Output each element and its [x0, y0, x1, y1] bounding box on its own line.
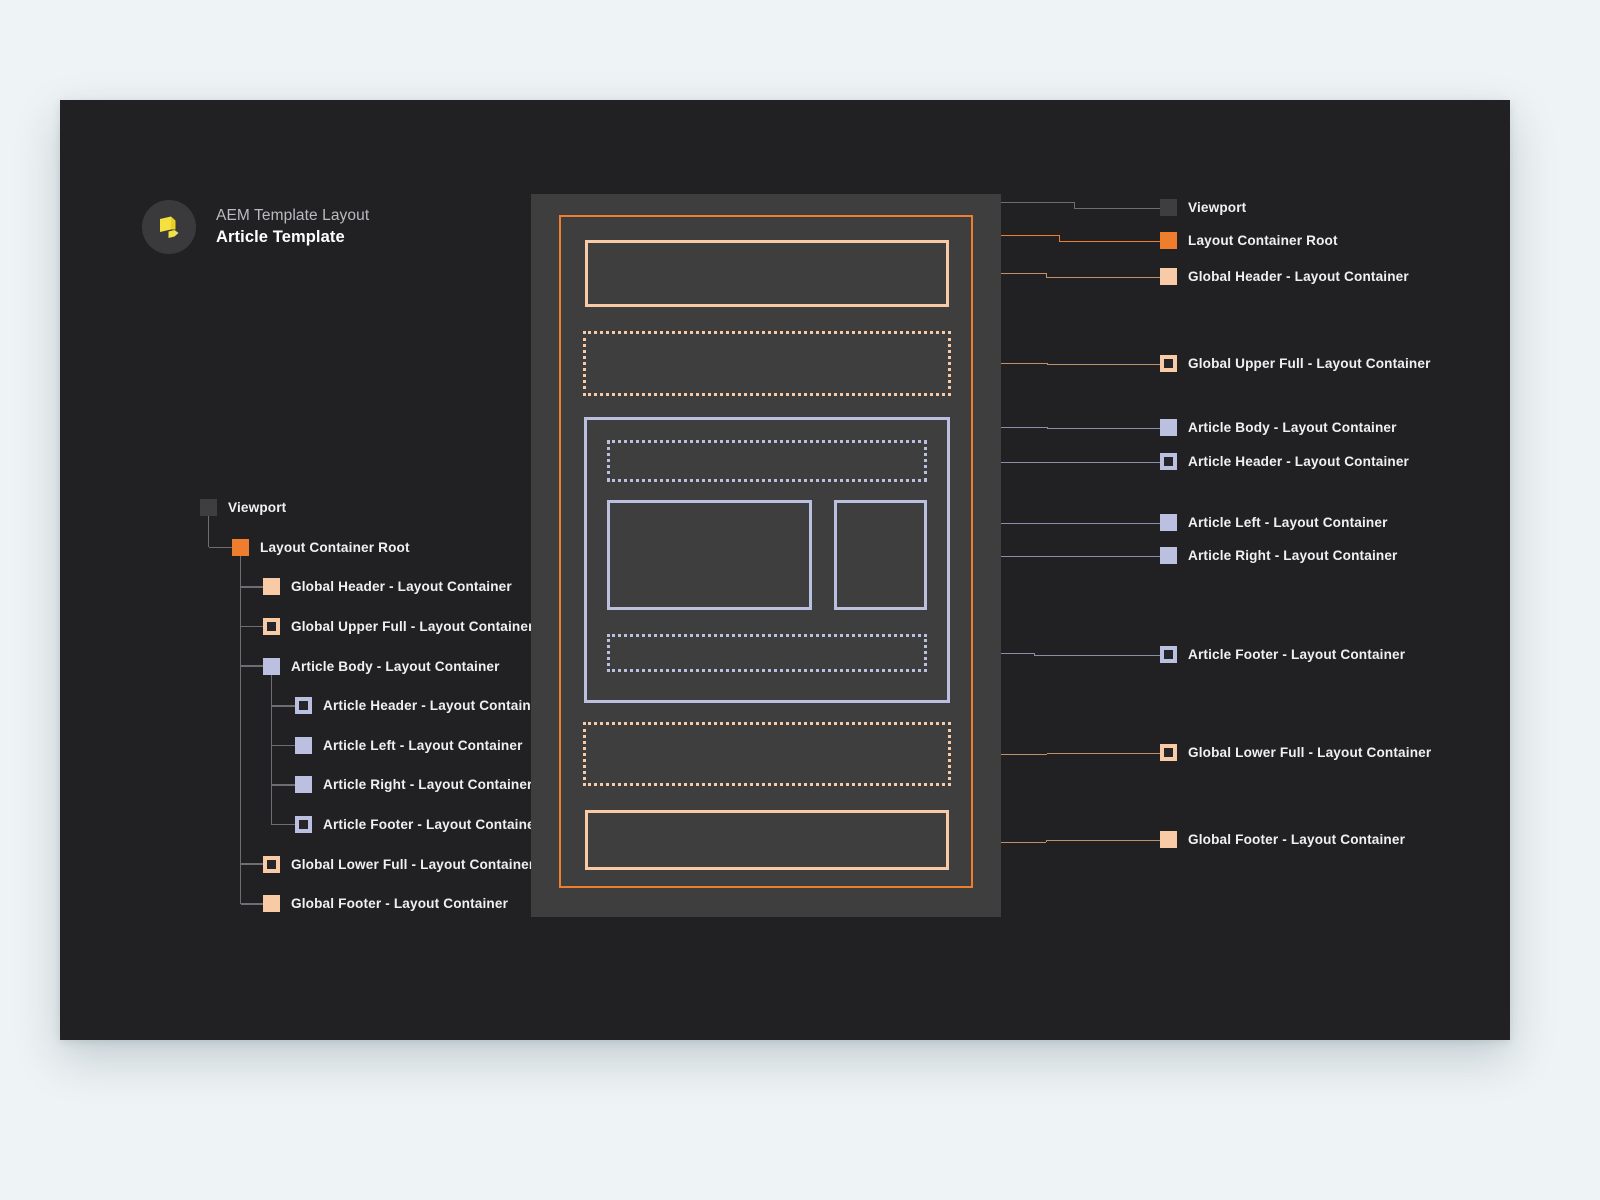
- tree-node-label: Global Header - Layout Container: [291, 579, 512, 595]
- legend-label: Global Header - Layout Container: [1188, 269, 1409, 284]
- tree-node-label: Article Header - Layout Container: [323, 698, 544, 714]
- tree-node-label: Article Right - Layout Container: [323, 777, 533, 793]
- legend-swatch: [1160, 232, 1177, 249]
- legend-swatch: [1160, 831, 1177, 848]
- tree-swatch: [295, 776, 312, 794]
- tree-node-global-header[interactable]: Global Header - Layout Container: [142, 567, 572, 607]
- tree-node-article-body[interactable]: Article Body - Layout Container: [142, 646, 572, 686]
- legend-label: Article Body - Layout Container: [1188, 420, 1397, 435]
- tree-node-article-left[interactable]: Article Left - Layout Container: [142, 726, 572, 766]
- tree-swatch: [295, 816, 312, 833]
- tree-node-article-right[interactable]: Article Right - Layout Container: [142, 765, 572, 805]
- diagram-region-viewport[interactable]: [531, 194, 1001, 917]
- tree-node-label: Article Left - Layout Container: [323, 737, 523, 753]
- diagram-region-global-header[interactable]: [585, 240, 949, 307]
- brand-subtitle: AEM Template Layout: [216, 206, 370, 224]
- legend-label: Global Upper Full - Layout Container: [1188, 356, 1431, 371]
- tree-node-label: Article Footer - Layout Container: [323, 817, 541, 833]
- legend-label: Global Lower Full - Layout Container: [1188, 745, 1432, 760]
- tree-swatch: [200, 499, 217, 517]
- legend-swatch: [1160, 514, 1177, 531]
- legend-label: Viewport: [1188, 200, 1247, 215]
- diagram-region-article-left[interactable]: [607, 500, 812, 610]
- tree-node-label: Article Body - Layout Container: [291, 658, 500, 674]
- legend-swatch: [1160, 744, 1177, 761]
- diagram-region-article-right[interactable]: [834, 500, 927, 610]
- tree-node-label: Viewport: [228, 500, 287, 516]
- aem-logo-icon: [142, 200, 196, 254]
- tree-node-global-lower-full[interactable]: Global Lower Full - Layout Container: [142, 844, 572, 884]
- layout-tree: Viewport Layout Container Root Global He…: [142, 488, 572, 924]
- diagram-region-global-upper-full[interactable]: [583, 331, 951, 396]
- legend-label: Article Footer - Layout Container: [1188, 647, 1406, 662]
- legend-item-article-right[interactable]: Article Right - Layout Container: [1160, 547, 1397, 564]
- legend-item-global-upper-full[interactable]: Global Upper Full - Layout Container: [1160, 355, 1431, 372]
- legend-item-article-body[interactable]: Article Body - Layout Container: [1160, 419, 1397, 436]
- tree-node-global-footer[interactable]: Global Footer - Layout Container: [142, 884, 572, 924]
- legend-swatch: [1160, 453, 1177, 470]
- legend-item-global-lower-full[interactable]: Global Lower Full - Layout Container: [1160, 744, 1431, 761]
- legend-item-viewport[interactable]: Viewport: [1160, 199, 1246, 216]
- diagram-region-global-footer[interactable]: [585, 810, 949, 870]
- tree-swatch: [295, 736, 312, 754]
- page-title: Article Template: [216, 227, 345, 246]
- tree-node-label: Global Upper Full - Layout Container: [291, 619, 534, 635]
- legend-swatch: [1160, 419, 1177, 436]
- tree-node-label: Global Lower Full - Layout Container: [291, 856, 535, 872]
- diagram-region-article-header[interactable]: [607, 440, 927, 482]
- tree-node-viewport[interactable]: Viewport: [142, 488, 572, 528]
- legend-swatch: [1160, 268, 1177, 285]
- tree-swatch: [263, 657, 280, 675]
- tree-swatch: [263, 895, 280, 913]
- legend-item-global-header[interactable]: Global Header - Layout Container: [1160, 268, 1409, 285]
- tree-swatch: [263, 618, 280, 635]
- legend-item-layout-container-root[interactable]: Layout Container Root: [1160, 232, 1338, 249]
- diagram-region-global-lower-full[interactable]: [583, 722, 951, 786]
- tree-node-article-header[interactable]: Article Header - Layout Container: [142, 686, 572, 726]
- legend-label: Layout Container Root: [1188, 233, 1338, 248]
- legend-swatch: [1160, 646, 1177, 663]
- tree-swatch: [263, 578, 280, 596]
- tree-swatch: [295, 697, 312, 714]
- tree-node-article-footer[interactable]: Article Footer - Layout Container: [142, 805, 572, 845]
- diagram-card: AEM Template Layout Article Template Vie…: [60, 100, 1510, 1040]
- tree-node-label: Global Footer - Layout Container: [291, 896, 509, 912]
- tree-swatch: [263, 856, 280, 873]
- tree-node-layout-container-root[interactable]: Layout Container Root: [142, 528, 572, 568]
- legend-item-article-header[interactable]: Article Header - Layout Container: [1160, 453, 1409, 470]
- brand-header: AEM Template Layout Article Template: [142, 200, 369, 254]
- diagram-region-article-footer[interactable]: [607, 634, 927, 672]
- legend-swatch: [1160, 547, 1177, 564]
- legend-swatch: [1160, 199, 1177, 216]
- legend-label: Article Header - Layout Container: [1188, 454, 1409, 469]
- tree-node-global-upper-full[interactable]: Global Upper Full - Layout Container: [142, 607, 572, 647]
- legend-label: Article Right - Layout Container: [1188, 548, 1398, 563]
- legend-item-article-footer[interactable]: Article Footer - Layout Container: [1160, 646, 1405, 663]
- legend-item-article-left[interactable]: Article Left - Layout Container: [1160, 514, 1388, 531]
- tree-swatch: [232, 538, 249, 556]
- tree-node-label: Layout Container Root: [260, 539, 410, 555]
- legend-label: Global Footer - Layout Container: [1188, 832, 1406, 847]
- legend-label: Article Left - Layout Container: [1188, 515, 1388, 530]
- legend-swatch: [1160, 355, 1177, 372]
- legend-item-global-footer[interactable]: Global Footer - Layout Container: [1160, 831, 1405, 848]
